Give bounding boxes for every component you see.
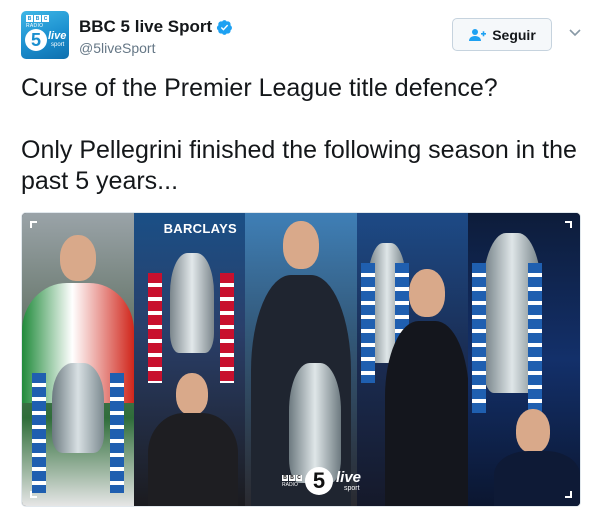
bbc-logo-icon: B B C [26,15,49,22]
follow-button[interactable]: Seguir [452,18,552,51]
tweet-text-line: Curse of the Premier League title defenc… [21,74,498,102]
expand-corner-icon [30,491,37,498]
tweet-text: Curse of the Premier League title defenc… [21,73,586,197]
add-user-icon [469,28,487,41]
avatar-live-text: live [48,30,67,42]
follow-button-label: Seguir [492,26,536,43]
account-handle[interactable]: @5liveSport [79,40,155,56]
avatar[interactable]: B B C RADIO 5 live sport [21,11,69,59]
manager-photo-panel [356,213,469,506]
avatar-sport-text: sport [51,42,65,48]
chevron-down-icon[interactable] [568,28,582,38]
expand-corner-icon [565,491,572,498]
account-name-row: BBC 5 live Sport [79,17,233,37]
display-name[interactable]: BBC 5 live Sport [79,17,212,37]
tweet: B B C RADIO 5 live sport BBC 5 live Spor… [0,0,603,513]
verified-badge-icon [217,19,233,35]
manager-photo-panel [22,213,134,506]
manager-photo-panel [468,213,580,506]
manager-photo-panel [245,213,357,506]
expand-corner-icon [565,221,572,228]
sponsor-text: BARCLAYS [163,221,238,236]
avatar-five-circle: 5 [25,29,47,51]
bbc-5-live-watermark-icon: B B C RADIO 5 live sport [282,467,362,495]
manager-photo-panel: BARCLAYS [133,213,246,506]
tweet-media-image[interactable]: BARCLAYS B B C RADIO 5 live sport [21,212,581,507]
expand-corner-icon [30,221,37,228]
tweet-text-line: Only Pellegrini finished the following s… [21,136,577,195]
